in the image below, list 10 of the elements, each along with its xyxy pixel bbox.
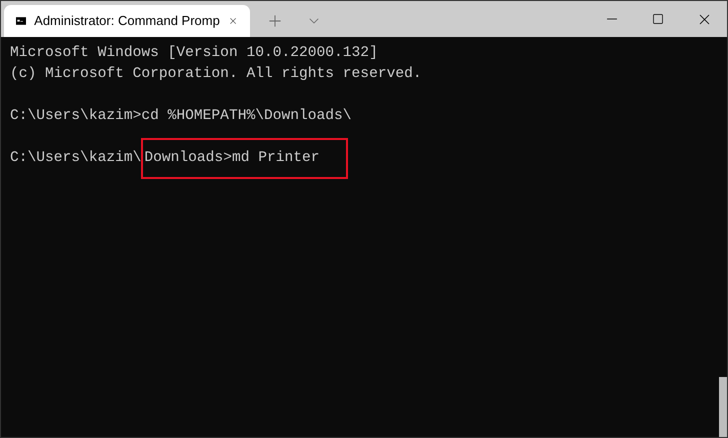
highlighted-command: Downloads>md Printer [141, 138, 348, 179]
terminal-icon [16, 15, 26, 27]
console-line: C:\Users\kazim\ [10, 149, 142, 168]
tab-title: Administrator: Command Promp [34, 12, 220, 30]
tab[interactable]: Administrator: Command Promp [4, 5, 250, 37]
console-line: C:\Users\kazim>cd %HOMEPATH%\Downloads\ [10, 107, 352, 126]
maximize-icon[interactable] [652, 13, 664, 25]
console-line: (c) Microsoft Corporation. All rights reserved. [10, 65, 422, 84]
scrollbar-thumb[interactable] [719, 377, 727, 437]
console-line: Microsoft Windows [Version 10.0.22000.132] [10, 44, 378, 63]
